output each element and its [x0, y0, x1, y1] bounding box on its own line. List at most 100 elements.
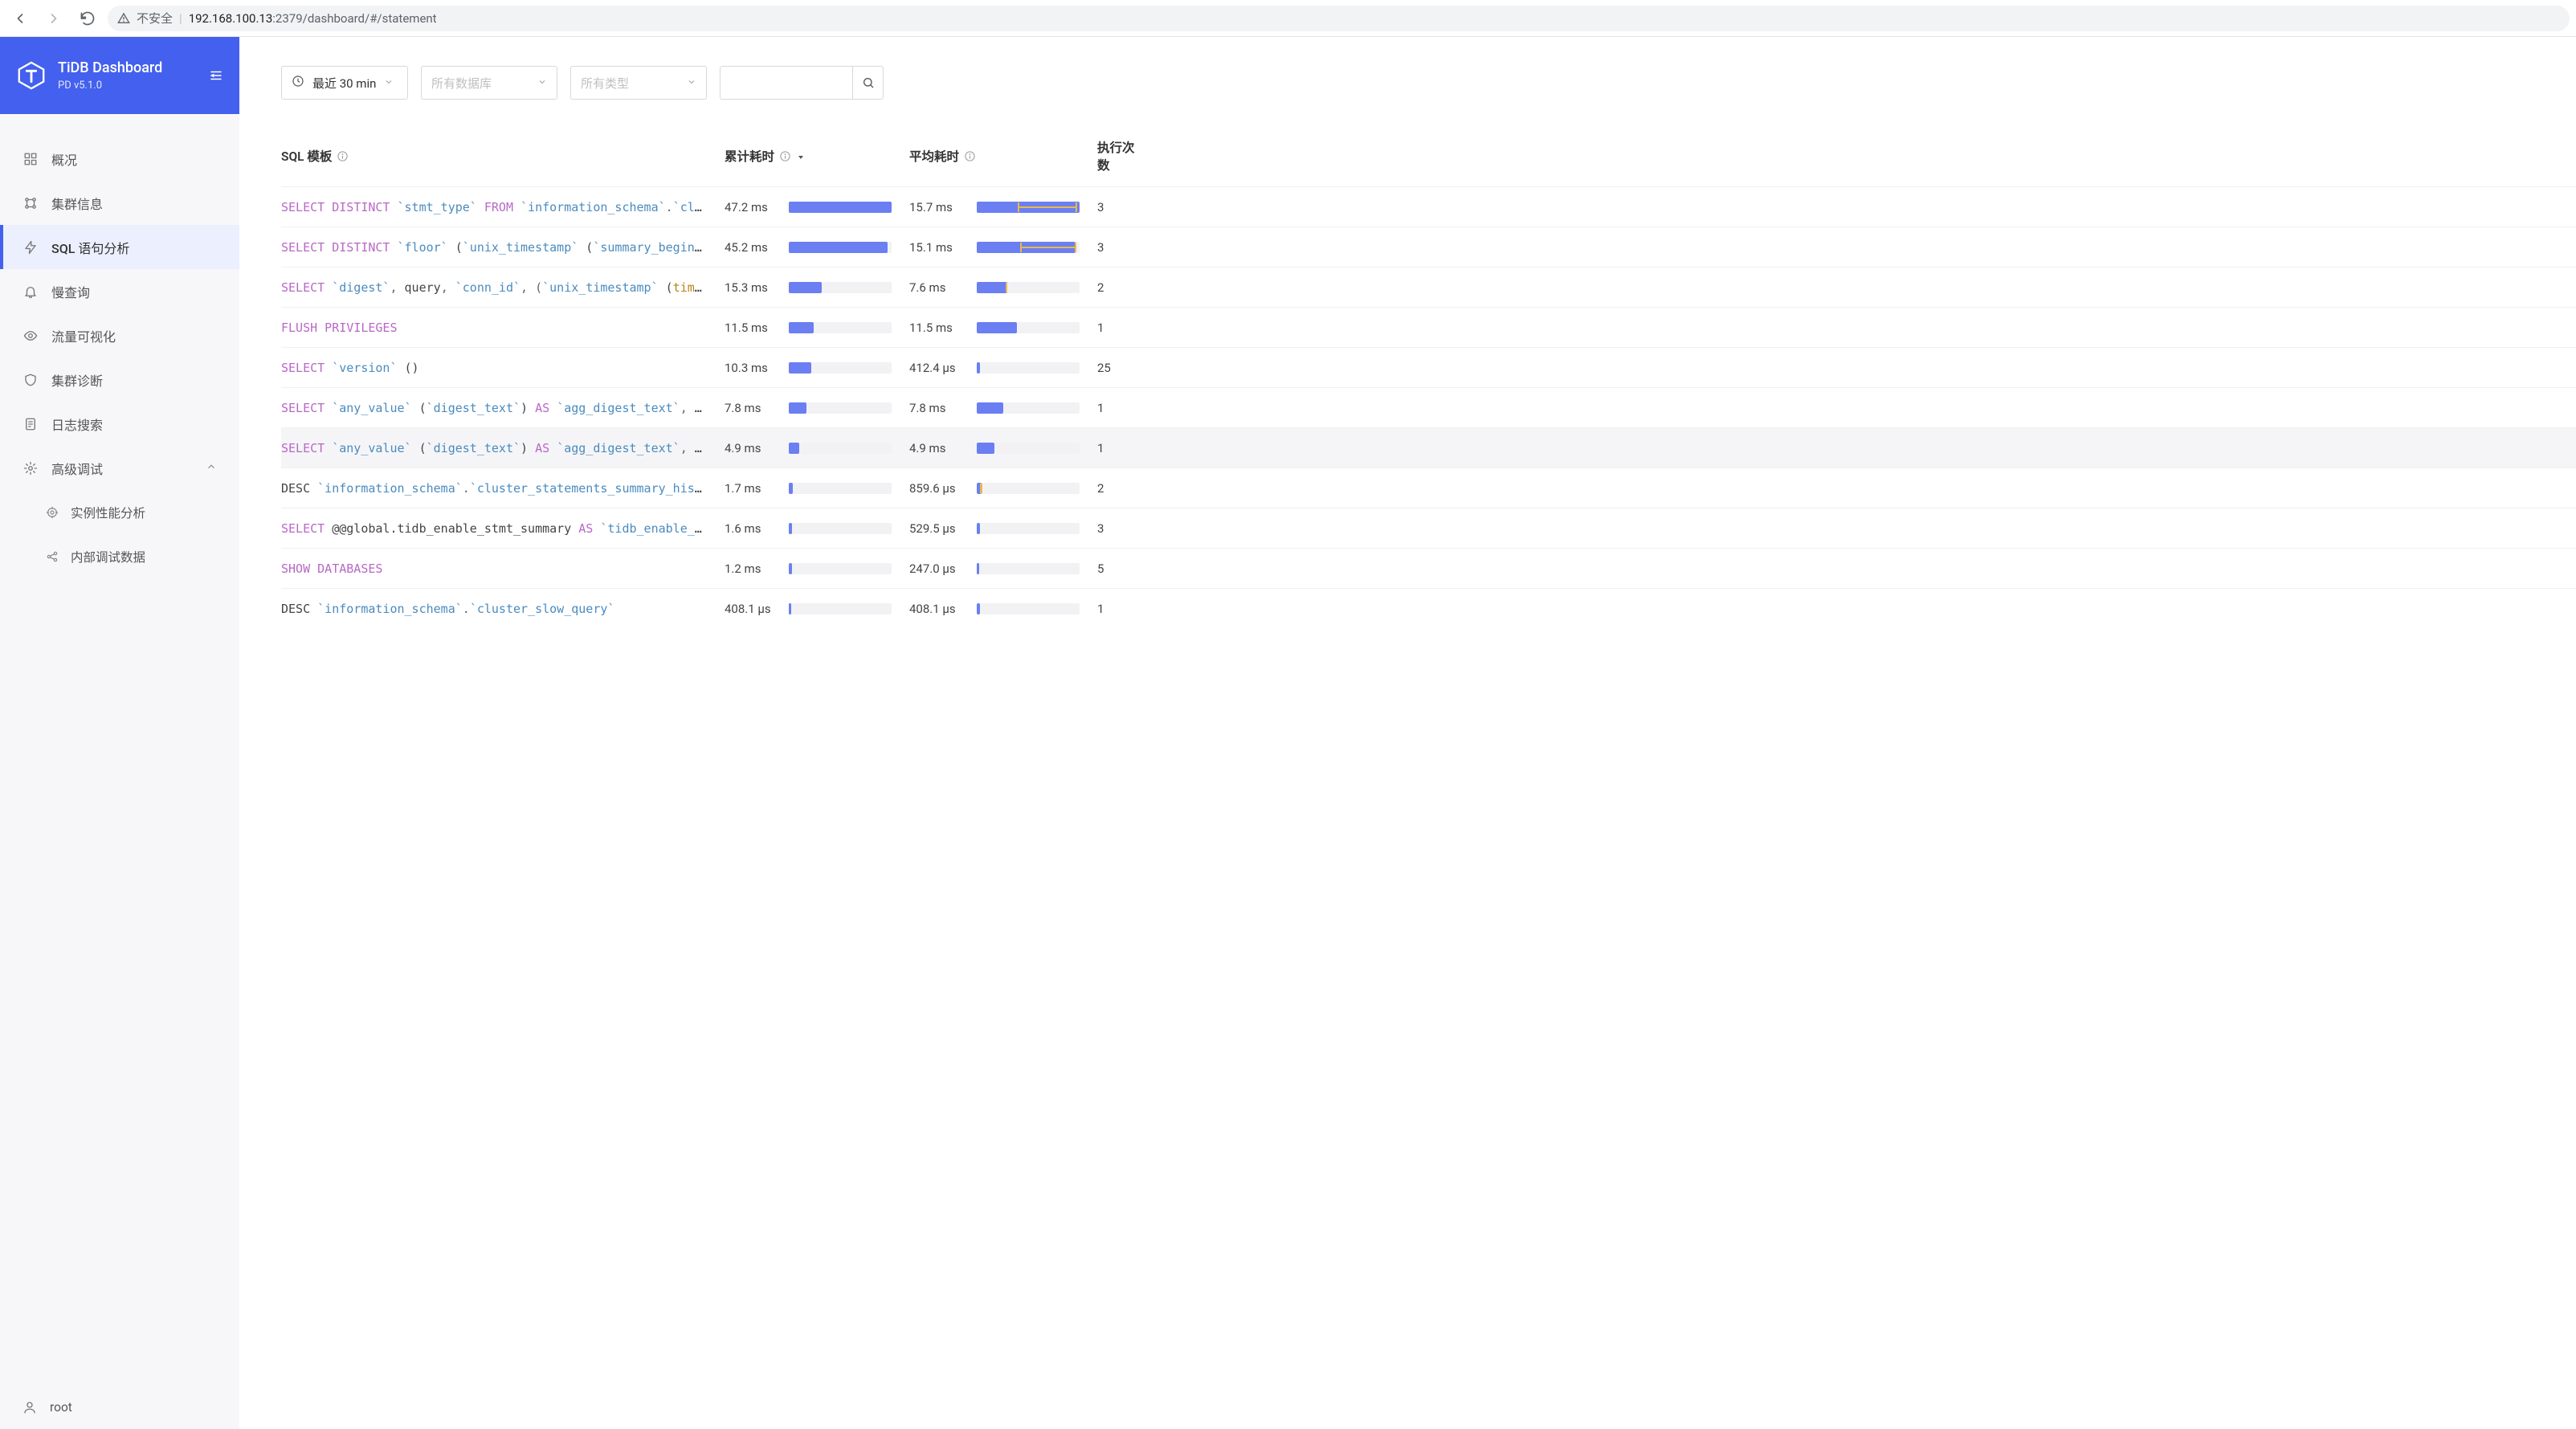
cluster-icon: [22, 195, 39, 211]
nav-search-logs[interactable]: 日志搜索: [0, 402, 239, 446]
table-row[interactable]: SHOW DATABASES1.2 ms247.0 µs5: [281, 548, 2576, 588]
nav-label: 集群诊断: [51, 370, 103, 390]
logo-icon: [16, 60, 47, 91]
sql-template: FLUSH PRIVILEGES: [281, 321, 725, 335]
nav-slow-query[interactable]: 慢查询: [0, 269, 239, 313]
sum-latency: 47.2 ms: [725, 200, 789, 214]
search-input[interactable]: [721, 67, 844, 99]
logo: TiDB Dashboard PD v5.1.0: [16, 59, 162, 92]
search-box[interactable]: [720, 66, 884, 100]
avg-latency: 859.6 µs: [909, 481, 977, 496]
table-row[interactable]: SELECT @@global.tidb_enable_stmt_summary…: [281, 508, 2576, 548]
address-bar[interactable]: 不安全 | 192.168.100.13:2379/dashboard/#/st…: [108, 6, 2570, 31]
sum-latency-bar: [789, 483, 909, 494]
sum-latency: 1.6 ms: [725, 521, 789, 536]
table-row[interactable]: SELECT `any_value` (`digest_text`) AS `a…: [281, 387, 2576, 427]
nav-label: SQL 语句分析: [51, 238, 129, 257]
sidebar-collapse-button[interactable]: [206, 65, 227, 86]
nav-diagnose[interactable]: 集群诊断: [0, 357, 239, 402]
sql-template: SELECT @@global.tidb_enable_stmt_summary…: [281, 521, 725, 536]
time-range-select[interactable]: 最近 30 min: [281, 66, 408, 100]
sidebar: TiDB Dashboard PD v5.1.0 概况 集群信息 SQL 语句分…: [0, 37, 239, 1429]
app-subtitle: PD v5.1.0: [58, 80, 162, 92]
col-exec-count[interactable]: 执行次数: [1097, 138, 1145, 174]
avg-latency-bar: [977, 242, 1097, 253]
col-sql[interactable]: SQL 模板: [281, 147, 725, 165]
browser-back-button[interactable]: [6, 5, 34, 32]
database-select[interactable]: 所有数据库: [421, 66, 557, 100]
chevron-down-icon: [384, 76, 394, 90]
table-row[interactable]: SELECT `any_value` (`digest_text`) AS `a…: [281, 427, 2576, 467]
nav-debug[interactable]: 高级调试: [0, 446, 239, 490]
avg-latency-bar: [977, 563, 1097, 574]
col-avg-latency[interactable]: 平均耗时: [909, 147, 1097, 165]
avg-latency: 15.7 ms: [909, 200, 977, 214]
grid-icon: [22, 151, 39, 167]
search-button[interactable]: [852, 67, 883, 99]
sidebar-user[interactable]: root: [0, 1384, 239, 1429]
sum-latency: 45.2 ms: [725, 240, 789, 255]
avg-latency-bar: [977, 362, 1097, 374]
avg-latency-bar: [977, 202, 1097, 213]
database-placeholder: 所有数据库: [431, 75, 492, 92]
sum-latency-bar: [789, 362, 909, 374]
sum-latency: 1.7 ms: [725, 481, 789, 496]
sum-latency: 10.3 ms: [725, 361, 789, 375]
target-icon: [45, 505, 59, 520]
bell-icon: [22, 284, 39, 300]
avg-latency: 412.4 µs: [909, 361, 977, 375]
table-row[interactable]: DESC `information_schema`.`cluster_state…: [281, 467, 2576, 508]
nav-label: 概况: [51, 149, 77, 169]
browser-reload-button[interactable]: [74, 5, 101, 32]
table-row[interactable]: SELECT `digest`, query, `conn_id`, (`uni…: [281, 267, 2576, 307]
browser-forward-button[interactable]: [40, 5, 67, 32]
exec-count: 2: [1097, 280, 1145, 295]
type-placeholder: 所有类型: [581, 75, 629, 92]
avg-latency: 7.6 ms: [909, 280, 977, 295]
avg-latency: 247.0 µs: [909, 561, 977, 576]
chevron-down-icon: [537, 76, 547, 90]
nav-keyviz[interactable]: 流量可视化: [0, 313, 239, 357]
table-row[interactable]: FLUSH PRIVILEGES11.5 ms11.5 ms1: [281, 307, 2576, 347]
chevron-down-icon: [687, 76, 696, 90]
nav-cluster-info[interactable]: 集群信息: [0, 181, 239, 225]
col-sum-latency[interactable]: 累计耗时: [725, 147, 909, 165]
address-url: 192.168.100.13:2379/dashboard/#/statemen…: [189, 11, 437, 26]
shield-icon: [22, 372, 39, 388]
sql-template: SELECT DISTINCT `stmt_type` FROM `inform…: [281, 200, 725, 214]
sql-template: SELECT `digest`, query, `conn_id`, (`uni…: [281, 280, 725, 295]
sum-latency-bar: [789, 443, 909, 454]
avg-latency: 15.1 ms: [909, 240, 977, 255]
user-icon: [22, 1400, 37, 1415]
sum-latency: 4.9 ms: [725, 441, 789, 455]
table-row[interactable]: SELECT DISTINCT `stmt_type` FROM `inform…: [281, 186, 2576, 227]
table-row[interactable]: DESC `information_schema`.`cluster_slow_…: [281, 588, 2576, 628]
table-header: SQL 模板 累计耗时 平均耗时 执行次数: [281, 138, 2576, 186]
exec-count: 1: [1097, 401, 1145, 415]
avg-latency: 7.8 ms: [909, 401, 977, 415]
avg-latency-bar: [977, 603, 1097, 614]
sql-template: DESC `information_schema`.`cluster_slow_…: [281, 602, 725, 616]
avg-latency-bar: [977, 402, 1097, 414]
type-select[interactable]: 所有类型: [570, 66, 707, 100]
nav-label: 流量可视化: [51, 326, 116, 345]
exec-count: 1: [1097, 441, 1145, 455]
nav-overview[interactable]: 概况: [0, 137, 239, 181]
sum-latency-bar: [789, 322, 909, 333]
avg-latency-bar: [977, 483, 1097, 494]
nav-label: 集群信息: [51, 194, 103, 213]
nav-sql-statements[interactable]: SQL 语句分析: [0, 225, 239, 269]
nav-profiling[interactable]: 实例性能分析: [0, 490, 239, 534]
sum-latency-bar: [789, 402, 909, 414]
main-content: 最近 30 min 所有数据库 所有类型 SQL 模板 累计耗时: [239, 37, 2576, 1429]
table-body: SELECT DISTINCT `stmt_type` FROM `inform…: [281, 186, 2576, 628]
nav-debug-data[interactable]: 内部调试数据: [0, 534, 239, 578]
sum-latency-bar: [789, 242, 909, 253]
sql-template: DESC `information_schema`.`cluster_state…: [281, 481, 725, 496]
table-row[interactable]: SELECT DISTINCT `floor` (`unix_timestamp…: [281, 227, 2576, 267]
nav-label: 高级调试: [51, 459, 103, 478]
sum-latency-bar: [789, 523, 909, 534]
sum-latency-bar: [789, 563, 909, 574]
table-row[interactable]: SELECT `version` ()10.3 ms412.4 µs25: [281, 347, 2576, 387]
sum-latency-bar: [789, 202, 909, 213]
